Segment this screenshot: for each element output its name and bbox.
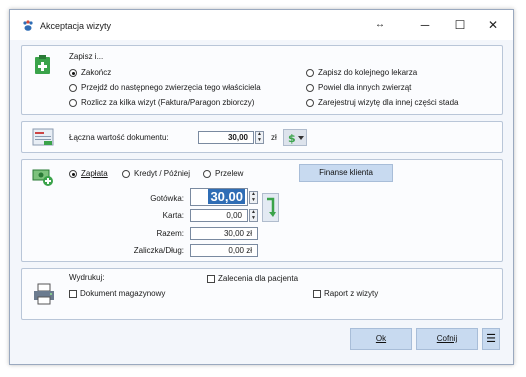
title-bar: Akceptacja wizyty ↔ ─ ☐ ✕	[10, 10, 513, 40]
money-add-icon	[32, 169, 53, 186]
radio-next-doctor-label[interactable]: Zapisz do kolejnego lekarza	[318, 68, 417, 77]
advance-field: 0,00 zł	[190, 244, 258, 257]
sum-field: 30,00 zł	[190, 227, 258, 240]
chevron-down-icon	[298, 136, 304, 140]
dollar-icon: $	[288, 132, 296, 144]
radio-next-animal[interactable]	[69, 84, 77, 92]
radio-finish[interactable]	[69, 69, 77, 77]
radio-payment-label[interactable]: Zapłata	[81, 169, 108, 178]
check-stock-document[interactable]	[69, 290, 77, 298]
radio-duplicate-label[interactable]: Powiel dla innych zwierząt	[318, 83, 411, 92]
print-panel: Wydrukuj: Zalecenia dla pacjenta Dokumen…	[21, 268, 503, 320]
radio-transfer[interactable]	[203, 170, 211, 178]
total-panel: Łączna wartość dokumentu: 30,00 ▲ ▼ zł $	[21, 121, 503, 153]
printer-icon	[34, 283, 54, 305]
total-spinner[interactable]: ▲ ▼	[255, 131, 264, 144]
radio-herd-part[interactable]	[306, 99, 314, 107]
radio-settle-multiple[interactable]	[69, 99, 77, 107]
close-button[interactable]: ✕	[478, 14, 508, 36]
total-value-field[interactable]: 30,00	[198, 131, 254, 144]
menu-button[interactable]: ☰	[482, 328, 500, 350]
swap-arrows-icon	[267, 197, 276, 217]
card-label: Karta:	[162, 211, 184, 220]
document-cash-icon	[32, 128, 54, 146]
cash-label: Gotówka:	[150, 194, 184, 203]
window-title: Akceptacja wizyty	[40, 21, 112, 31]
radio-transfer-label[interactable]: Przelew	[215, 169, 243, 178]
cash-spinner[interactable]: ▲ ▼	[249, 191, 258, 204]
radio-credit-label[interactable]: Kredyt / Później	[134, 169, 190, 178]
card-spinner[interactable]: ▲ ▼	[249, 209, 258, 222]
maximize-button[interactable]: ☐	[445, 14, 475, 36]
card-field[interactable]: 0,00	[190, 209, 248, 222]
resize-icon[interactable]: ↔	[365, 14, 395, 36]
advance-label: Zaliczka/Dług:	[133, 246, 184, 255]
save-heading: Zapisz i...	[69, 52, 104, 61]
total-label: Łączna wartość dokumentu:	[69, 133, 169, 142]
minimize-button[interactable]: ─	[410, 14, 440, 36]
paw-icon	[23, 20, 33, 31]
cancel-button[interactable]: Cofnij	[416, 328, 478, 350]
radio-herd-part-label[interactable]: Zarejestruj wizytę dla innej części stad…	[318, 98, 459, 107]
radio-next-doctor[interactable]	[306, 69, 314, 77]
currency-dropdown[interactable]: $	[283, 129, 307, 146]
cash-field[interactable]: 30,00	[190, 188, 248, 206]
check-visit-report-label[interactable]: Raport z wizyty	[324, 289, 378, 298]
dialog-window: Akceptacja wizyty ↔ ─ ☐ ✕ Zapisz i... Za…	[9, 9, 514, 365]
sum-label: Razem:	[156, 229, 184, 238]
payment-panel: Zapłata Kredyt / Później Przelew Finanse…	[21, 159, 503, 262]
print-heading: Wydrukuj:	[69, 273, 105, 282]
swap-amounts-button[interactable]	[262, 193, 279, 222]
client-finance-button[interactable]: Finanse klienta	[299, 164, 393, 182]
cash-value: 30,00	[208, 189, 245, 204]
total-currency: zł	[271, 133, 277, 142]
check-stock-document-label[interactable]: Dokument magazynowy	[80, 289, 165, 298]
ok-button[interactable]: Ok	[350, 328, 412, 350]
radio-next-animal-label[interactable]: Przejdź do następnego zwierzęcia tego wł…	[81, 83, 261, 92]
radio-duplicate[interactable]	[306, 84, 314, 92]
check-visit-report[interactable]	[313, 290, 321, 298]
radio-settle-multiple-label[interactable]: Rozlicz za kilka wizyt (Faktura/Paragon …	[81, 98, 254, 107]
radio-finish-label[interactable]: Zakończ	[81, 68, 111, 77]
radio-payment[interactable]	[69, 170, 77, 178]
check-recommendations-label[interactable]: Zalecenia dla pacjenta	[218, 274, 298, 283]
check-recommendations[interactable]	[207, 275, 215, 283]
radio-credit[interactable]	[122, 170, 130, 178]
clipboard-add-icon	[35, 55, 50, 74]
svg-text:$: $	[288, 132, 296, 144]
save-options-panel: Zapisz i... Zakończ Przejdź do następneg…	[21, 45, 503, 115]
